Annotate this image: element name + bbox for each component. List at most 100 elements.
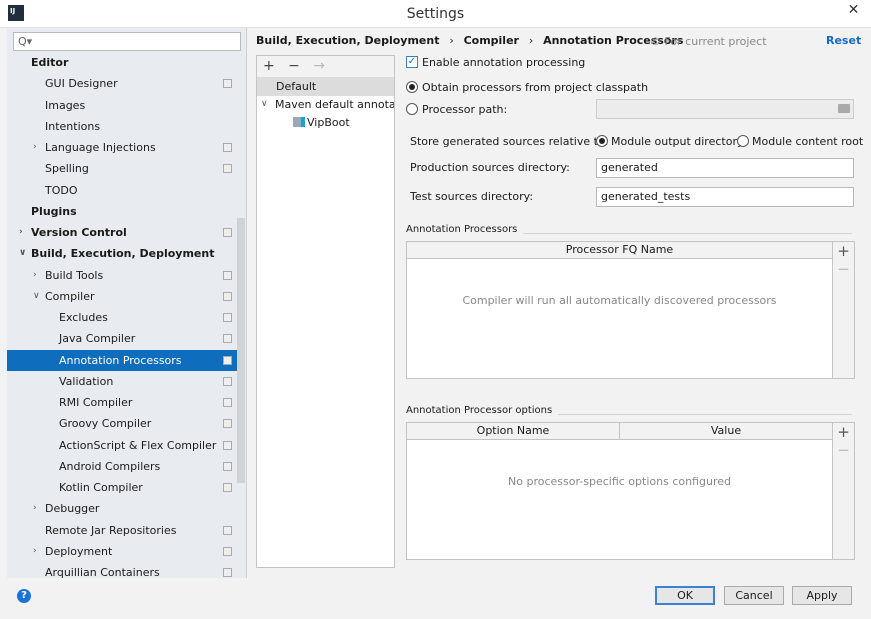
sidebar-item-label: Excludes — [59, 311, 108, 324]
options-section: Annotation Processor options — [406, 403, 852, 416]
remove-icon[interactable]: − — [833, 441, 854, 459]
project-scope-icon — [223, 270, 232, 280]
chevron-down-icon[interactable]: ∨ — [261, 95, 268, 114]
sidebar-item-label: Remote Jar Repositories — [45, 523, 177, 537]
chevron-right-icon[interactable]: › — [19, 222, 23, 243]
reset-link[interactable]: Reset — [826, 34, 861, 47]
title-bar: IJ Settings ✕ — [0, 0, 871, 28]
close-icon[interactable]: ✕ — [836, 0, 871, 20]
prod-dir-input[interactable]: generated — [596, 158, 854, 178]
sidebar-item-label: Compiler — [45, 289, 95, 303]
chevron-right-icon[interactable]: › — [33, 265, 37, 286]
sidebar-item[interactable]: ActionScript & Flex Compiler — [7, 435, 237, 456]
profiles-panel: + − → Default ∨ Maven default annotatic V… — [256, 55, 395, 568]
sidebar-item-label: Groovy Compiler — [59, 417, 152, 431]
sidebar-item-label: TODO — [45, 183, 78, 197]
sidebar-item-label: Annotation Processors — [59, 353, 182, 367]
sidebar-item[interactable]: › Language Injections — [7, 137, 237, 158]
sidebar-item[interactable]: Arquillian Containers — [7, 562, 237, 578]
add-icon[interactable]: + — [263, 58, 275, 74]
sidebar-item[interactable]: › Debugger — [7, 498, 237, 519]
sidebar-item[interactable]: Plugins — [7, 201, 237, 222]
apply-button[interactable]: Apply — [792, 586, 852, 605]
sidebar-item-label: GUI Designer — [45, 77, 118, 91]
sidebar-item[interactable]: › Deployment — [7, 541, 237, 562]
project-scope-icon — [223, 143, 232, 152]
sidebar-item[interactable]: › Build Tools — [7, 265, 237, 286]
enable-checkbox[interactable]: ✓ — [406, 56, 418, 68]
add-icon[interactable]: + — [833, 423, 854, 441]
module-output-label: Module output directory — [611, 135, 744, 148]
cancel-button[interactable]: Cancel — [724, 586, 784, 605]
chevron-right-icon[interactable]: › — [33, 541, 37, 562]
move-icon[interactable]: → — [313, 58, 325, 74]
sidebar-item[interactable]: Android Compilers — [7, 456, 237, 477]
chevron-down-icon[interactable]: ∨ — [19, 243, 26, 264]
help-icon[interactable]: ? — [17, 589, 31, 603]
module-output-radio[interactable] — [596, 135, 608, 147]
sidebar-item[interactable]: Intentions — [7, 116, 237, 137]
sidebar-item[interactable]: RMI Compiler — [7, 392, 237, 413]
breadcrumb-item[interactable]: Build, Execution, Deployment — [256, 34, 439, 47]
project-scope-icon — [223, 228, 232, 237]
sidebar-scrollbar[interactable] — [237, 218, 245, 483]
sidebar-item[interactable]: Groovy Compiler — [7, 413, 237, 434]
processors-table[interactable]: Processor FQ Name Compiler will run all … — [406, 241, 833, 379]
project-scope-icon — [223, 568, 232, 577]
sidebar-item[interactable]: Editor — [7, 52, 237, 73]
options-table[interactable]: Option Name Value No processor-specific o… — [406, 422, 833, 560]
breadcrumb-item[interactable]: Compiler — [464, 34, 519, 47]
test-dir-input[interactable]: generated_tests — [596, 187, 854, 207]
sidebar-item[interactable]: GUI Designer — [7, 73, 237, 94]
sidebar-item[interactable]: Validation — [7, 371, 237, 392]
profile-module[interactable]: VipBoot — [257, 113, 394, 132]
sidebar-item[interactable]: Java Compiler — [7, 328, 237, 349]
profile-maven[interactable]: ∨ Maven default annotatic — [257, 95, 394, 114]
sidebar-item[interactable]: TODO — [7, 180, 237, 201]
processor-path-field[interactable] — [596, 99, 854, 119]
sidebar-item[interactable]: Kotlin Compiler — [7, 477, 237, 498]
module-content-radio[interactable] — [737, 135, 749, 147]
profile-label: Maven default annotatic — [275, 98, 394, 111]
project-scope-icon — [223, 376, 232, 386]
remove-icon[interactable]: − — [288, 58, 300, 74]
project-scope-icon — [223, 355, 232, 365]
project-scope-icon — [223, 546, 232, 556]
breadcrumb-sep: › — [449, 34, 454, 47]
remove-icon[interactable]: − — [833, 260, 854, 278]
ok-button[interactable]: OK — [655, 586, 715, 605]
sidebar-item[interactable]: ∨ Compiler — [7, 286, 237, 307]
add-icon[interactable]: + — [833, 242, 854, 260]
project-scope-icon — [223, 164, 232, 174]
profile-label: Default — [276, 80, 317, 93]
column-header[interactable]: Processor FQ Name — [407, 242, 832, 258]
sidebar-item[interactable]: ∨ Build, Execution, Deployment — [7, 243, 237, 264]
project-scope-icon — [223, 398, 232, 407]
sidebar-item[interactable]: Excludes — [7, 307, 237, 328]
sidebar-item[interactable]: Images — [7, 95, 237, 116]
project-scope-icon — [223, 334, 232, 344]
sidebar-item[interactable]: › Version Control — [7, 222, 237, 243]
sidebar-item-label: Images — [45, 98, 86, 112]
sidebar-item[interactable]: Spelling — [7, 158, 237, 179]
column-header[interactable]: Option Name — [407, 423, 620, 439]
project-scope-icon — [223, 461, 232, 471]
obtain-radio[interactable] — [406, 81, 418, 93]
sidebar-item[interactable]: Annotation Processors — [7, 349, 237, 371]
module-content-label: Module content root — [752, 135, 864, 148]
test-label: Test sources directory: — [410, 190, 534, 203]
sidebar-item[interactable]: Remote Jar Repositories — [7, 520, 237, 541]
search-input[interactable]: Q▾ — [13, 32, 241, 51]
profile-default[interactable]: Default — [257, 77, 394, 96]
folder-icon[interactable] — [838, 104, 850, 113]
column-header[interactable]: Value — [620, 423, 832, 439]
processor-path-radio[interactable] — [406, 103, 418, 115]
options-side-toolbar: + − — [833, 422, 855, 560]
chevron-right-icon[interactable]: › — [33, 137, 37, 158]
chevron-down-icon[interactable]: ∨ — [33, 286, 40, 307]
sidebar-item-label: Debugger — [45, 502, 100, 516]
chevron-right-icon[interactable]: › — [33, 498, 37, 519]
section-title: Annotation Processor options — [406, 405, 559, 416]
enable-label: Enable annotation processing — [422, 56, 586, 69]
project-scope-icon — [223, 483, 232, 492]
